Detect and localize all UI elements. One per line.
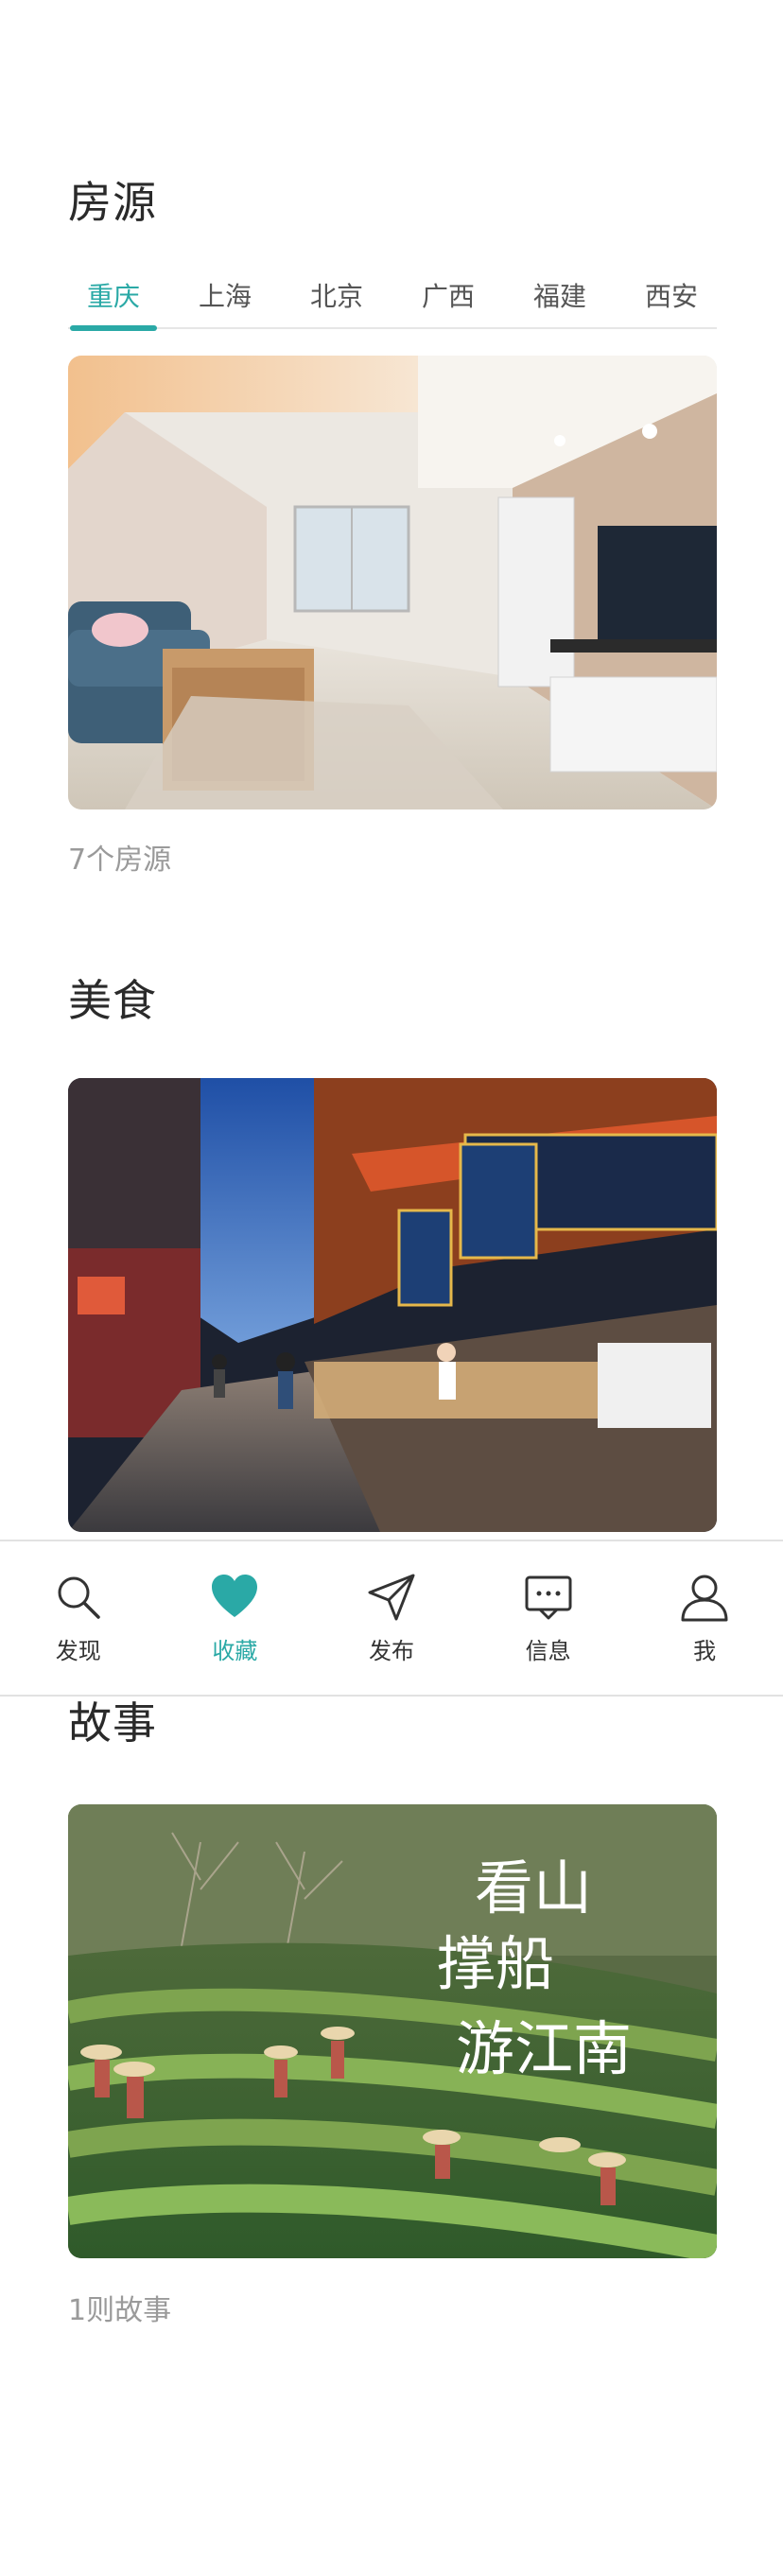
- story-count: 1则故事: [68, 2294, 172, 2327]
- city-tabs: 重庆 上海 北京 广西 福建 西安: [68, 270, 717, 331]
- heart-icon: [212, 1574, 258, 1617]
- tabbar-item-messages[interactable]: 信息: [492, 1572, 605, 1665]
- tabbar-label-favorites: 收藏: [212, 1637, 258, 1664]
- user-icon: [681, 1575, 728, 1621]
- send-icon: [368, 1574, 415, 1620]
- tab-beijing[interactable]: 北京: [291, 270, 382, 327]
- tea-plantation-image: 看山 撑船 游江南: [68, 1804, 717, 2258]
- tabbar-label-me: 我: [693, 1637, 717, 1664]
- tab-fujian[interactable]: 福建: [514, 270, 605, 327]
- tabbar-label-messages: 信息: [525, 1637, 571, 1664]
- apartment-interior-image: [68, 356, 717, 809]
- poem-line-1: 看山: [475, 1854, 592, 1923]
- housing-count: 7个房源: [68, 844, 172, 877]
- tabbar-label-discover: 发现: [55, 1637, 101, 1664]
- tabbar-item-me[interactable]: 我: [648, 1572, 761, 1665]
- food-section-title: 美食: [68, 975, 157, 1026]
- tabbar-label-publish: 发布: [368, 1637, 414, 1664]
- tab-guangxi[interactable]: 广西: [403, 270, 494, 327]
- poem-line-3: 游江南: [456, 2014, 632, 2083]
- story-section-title: 故事: [68, 1697, 157, 1749]
- housing-section-title: 房源: [68, 177, 157, 228]
- housing-photo[interactable]: [68, 356, 717, 809]
- tab-xian[interactable]: 西安: [626, 270, 717, 327]
- story-photo[interactable]: 看山 撑船 游江南: [68, 1804, 717, 2258]
- tab-shanghai[interactable]: 上海: [180, 270, 270, 327]
- bottom-tab-bar: 发现 收藏 发布 信息 我: [0, 1540, 783, 1697]
- tabbar-item-discover[interactable]: 发现: [22, 1572, 135, 1665]
- tabbar-item-publish[interactable]: 发布: [335, 1572, 448, 1665]
- tabbar-item-favorites[interactable]: 收藏: [178, 1572, 291, 1665]
- night-food-street-image: [68, 1078, 717, 1532]
- poem-line-2: 撑船: [437, 1929, 554, 1998]
- search-icon: [58, 1576, 100, 1619]
- food-photo[interactable]: [68, 1078, 717, 1532]
- tab-chongqing[interactable]: 重庆: [68, 270, 159, 331]
- message-icon: [525, 1575, 572, 1619]
